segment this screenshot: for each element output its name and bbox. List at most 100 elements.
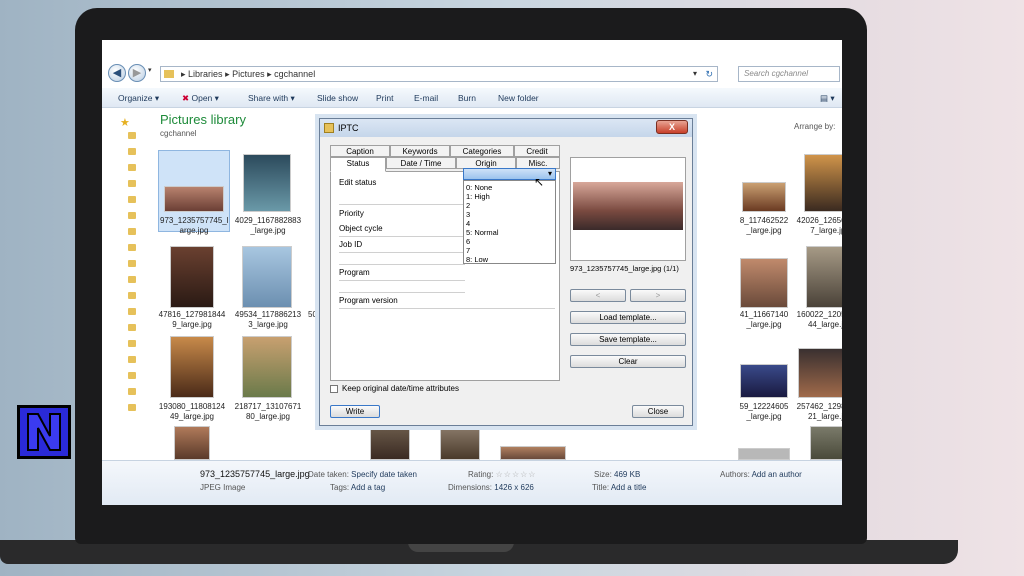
file-name[interactable]: 160022_1205695844_large.jpg [796,310,842,330]
dropdown-icon[interactable]: ▾ [693,67,697,81]
back-icon[interactable]: ◀ [108,64,126,82]
program-field[interactable] [339,280,465,281]
email-button[interactable]: E-mail [414,88,438,108]
authors-value[interactable]: Add an author [752,470,802,479]
slide-show-button[interactable]: Slide show [317,88,358,108]
organize-button[interactable]: Organize ▾ [118,88,159,108]
file-name[interactable]: 193080_11808124 49_large.jpg [158,402,226,422]
breadcrumb-pictures[interactable]: Pictures [232,69,265,79]
title-value[interactable]: Add a title [611,483,647,492]
folder-icon[interactable] [128,148,136,155]
recent-pages-icon[interactable]: ▾ [148,66,152,74]
file-name[interactable]: 218717_13107671 80_large.jpg [234,402,302,422]
close-icon[interactable]: X [656,120,688,134]
date-taken-value[interactable]: Specify date taken [351,470,417,479]
file-name[interactable]: 49534_117886213 3_large.jpg [234,310,302,330]
print-button[interactable]: Print [376,88,393,108]
priority-option[interactable]: 3 [466,210,470,219]
file-name[interactable]: 42026_1265649007_large.jpg [796,216,842,236]
folder-icon[interactable] [128,308,136,315]
previous-button[interactable]: < [570,289,626,302]
chevron-down-icon[interactable]: ▾ [548,169,552,178]
program-version-field[interactable] [339,308,555,309]
breadcrumb-libraries[interactable]: Libraries [188,69,223,79]
folder-icon[interactable] [128,292,136,299]
file-thumbnail[interactable] [242,336,292,398]
file-thumbnail[interactable] [440,426,480,460]
file-thumbnail[interactable] [740,364,788,398]
priority-option[interactable]: 0: None [466,183,492,192]
file-name[interactable]: 41_11667140 _large.jpg [730,310,798,330]
object-cycle-field[interactable] [339,236,465,237]
folder-icon[interactable] [128,356,136,363]
folder-icon[interactable] [128,388,136,395]
priority-option[interactable]: 6 [466,237,470,246]
write-button[interactable]: Write [330,405,380,418]
folder-icon[interactable] [128,260,136,267]
file-thumbnail[interactable] [170,336,214,398]
file-thumbnail[interactable] [243,154,291,212]
keep-original-checkbox[interactable] [330,385,338,393]
clear-button[interactable]: Clear [570,355,686,368]
tab-keywords[interactable]: Keywords [390,145,450,157]
tags-value[interactable]: Add a tag [351,483,385,492]
file-thumbnail[interactable] [170,246,214,308]
tab-categories[interactable]: Categories [450,145,514,157]
favorites-star-icon[interactable]: ★ [120,116,130,129]
folder-icon[interactable] [128,324,136,331]
file-thumbnail[interactable] [500,446,566,460]
file-name[interactable]: 257462_1298906121_large.jpg [796,402,842,422]
tab-status[interactable]: Status [330,157,386,172]
folder-icon[interactable] [128,276,136,283]
file-name[interactable]: 59_12224605 _large.jpg [730,402,798,422]
folder-icon[interactable] [128,164,136,171]
file-thumbnail[interactable] [164,186,224,212]
tab-date-time[interactable]: Date / Time [386,157,456,169]
new-folder-button[interactable]: New folder [498,88,539,108]
file-thumbnail[interactable] [810,426,842,460]
folder-icon[interactable] [128,196,136,203]
burn-button[interactable]: Burn [458,88,476,108]
open-button[interactable]: ✖ Open ▾ [182,88,219,108]
view-options-icon[interactable]: ▤ ▾ [820,88,835,108]
file-thumbnail[interactable] [798,348,842,398]
file-name[interactable]: 47816_127981844 9_large.jpg [158,310,226,330]
file-thumbnail[interactable] [370,426,410,460]
file-name[interactable]: 8_117462522 _large.jpg [730,216,798,236]
breadcrumb-cgchannel[interactable]: cgchannel [274,69,315,79]
file-thumbnail[interactable] [738,448,790,460]
folder-icon[interactable] [128,340,136,347]
search-input[interactable]: Search cgchannel [738,66,840,82]
job-id-field[interactable] [339,252,465,253]
next-button[interactable]: > [630,289,686,302]
folder-icon[interactable] [128,404,136,411]
file-thumbnail[interactable] [740,258,788,308]
refresh-icon[interactable]: ↻ [705,67,713,81]
address-bar[interactable]: ▸ Libraries ▸ Pictures ▸ cgchannel ▾ ↻ [160,66,718,82]
arrange-by-label[interactable]: Arrange by: [794,122,835,131]
folder-icon[interactable] [128,180,136,187]
file-thumbnail[interactable] [742,182,786,212]
folder-icon[interactable] [128,372,136,379]
priority-option[interactable]: 7 [466,246,470,255]
folder-icon[interactable] [128,132,136,139]
file-name[interactable]: 973_1235757745_l arge.jpg [160,216,229,236]
file-thumbnail[interactable] [804,154,842,212]
share-with-button[interactable]: Share with ▾ [248,88,295,108]
tab-credit[interactable]: Credit [514,145,560,157]
file-thumbnail[interactable] [174,426,210,460]
folder-icon[interactable] [128,228,136,235]
priority-option[interactable]: 2 [466,201,470,210]
rating-stars-icon[interactable]: ☆☆☆☆☆ [496,470,537,479]
close-button[interactable]: Close [632,405,684,418]
folder-icon[interactable] [128,212,136,219]
tab-caption[interactable]: Caption [330,145,390,157]
load-template-button[interactable]: Load template... [570,311,686,324]
priority-option[interactable]: 5: Normal [466,228,499,237]
priority-option[interactable]: 8: Low [466,255,488,264]
file-thumbnail[interactable] [242,246,292,308]
folder-icon[interactable] [128,244,136,251]
priority-option[interactable]: 4 [466,219,470,228]
file-name[interactable]: 4029_1167882883 _large.jpg [234,216,302,236]
priority-option[interactable]: 1: High [466,192,490,201]
